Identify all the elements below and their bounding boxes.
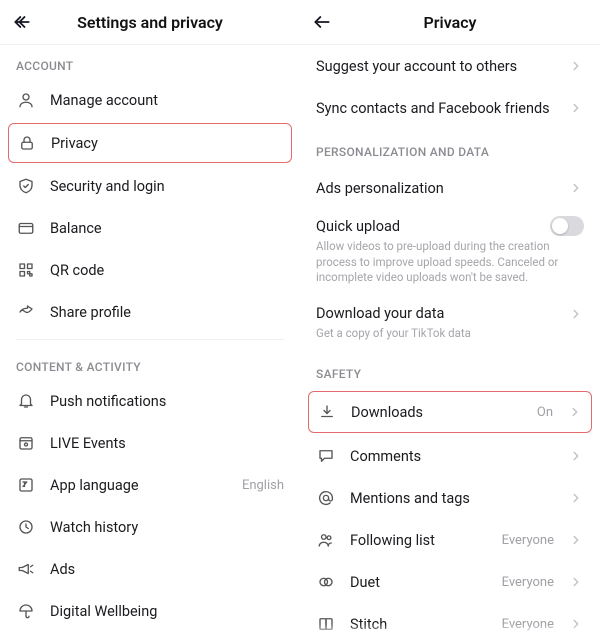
page-title-left: Settings and privacy xyxy=(38,13,262,32)
row-ads[interactable]: Ads xyxy=(0,548,300,590)
users-icon xyxy=(316,530,336,550)
calendar-icon xyxy=(16,433,36,453)
value-duet: Everyone xyxy=(502,575,554,590)
label-ads-personalization: Ads personalization xyxy=(316,180,554,197)
qr-icon xyxy=(16,260,36,280)
label-sync: Sync contacts and Facebook friends xyxy=(316,100,554,117)
row-privacy[interactable]: Privacy xyxy=(8,123,292,163)
row-push[interactable]: Push notifications xyxy=(0,380,300,422)
page-title-right: Privacy xyxy=(338,13,562,32)
row-share[interactable]: Share profile xyxy=(0,291,300,333)
row-following[interactable]: Following list Everyone xyxy=(300,519,600,561)
megaphone-icon xyxy=(16,559,36,579)
umbrella-icon xyxy=(16,601,36,621)
person-icon xyxy=(16,90,36,110)
row-duet[interactable]: Duet Everyone xyxy=(300,561,600,603)
wallet-icon xyxy=(16,218,36,238)
duet-icon xyxy=(316,572,336,592)
section-personalization: PERSONALIZATION AND DATA xyxy=(300,129,600,167)
row-suggest[interactable]: Suggest your account to others xyxy=(300,45,600,87)
arrow-left-icon xyxy=(312,12,332,32)
row-mentions[interactable]: Mentions and tags xyxy=(300,477,600,519)
back-button-left[interactable] xyxy=(6,6,38,38)
label-privacy: Privacy xyxy=(51,135,283,152)
history-icon xyxy=(16,517,36,537)
row-qr[interactable]: QR code xyxy=(0,249,300,291)
desc-quick-upload: Allow videos to pre-upload during the cr… xyxy=(300,239,600,298)
label-suggest: Suggest your account to others xyxy=(316,58,554,75)
row-quick-upload[interactable]: Quick upload xyxy=(300,209,600,243)
row-downloads[interactable]: Downloads On xyxy=(308,391,592,433)
bell-icon xyxy=(16,391,36,411)
chevron-right-icon xyxy=(567,404,583,420)
comment-icon xyxy=(316,446,336,466)
chevron-right-icon xyxy=(568,100,584,116)
label-comments: Comments xyxy=(350,448,554,465)
section-account: ACCOUNT xyxy=(0,45,300,79)
language-icon xyxy=(16,475,36,495)
label-ads: Ads xyxy=(50,561,284,578)
row-sync[interactable]: Sync contacts and Facebook friends xyxy=(300,87,600,129)
row-ads-personalization[interactable]: Ads personalization xyxy=(300,167,600,209)
header-left: Settings and privacy xyxy=(0,0,300,44)
chevron-right-icon xyxy=(568,58,584,74)
row-security[interactable]: Security and login xyxy=(0,165,300,207)
chevron-right-icon xyxy=(568,490,584,506)
label-wellbeing: Digital Wellbeing xyxy=(50,603,284,620)
toggle-quick-upload[interactable] xyxy=(550,216,584,236)
chevron-right-icon xyxy=(568,180,584,196)
desc-download-data: Get a copy of your TikTok data xyxy=(300,326,600,352)
value-following: Everyone xyxy=(502,533,554,548)
label-quick-upload: Quick upload xyxy=(316,218,536,235)
label-language: App language xyxy=(50,477,228,494)
row-language[interactable]: App language English xyxy=(0,464,300,506)
label-share: Share profile xyxy=(50,304,284,321)
chevron-right-icon xyxy=(568,532,584,548)
label-push: Push notifications xyxy=(50,393,284,410)
shield-icon xyxy=(16,176,36,196)
label-live: LIVE Events xyxy=(50,435,284,452)
label-download-data: Download your data xyxy=(316,305,554,322)
share-icon xyxy=(16,302,36,322)
lock-icon xyxy=(17,133,37,153)
value-downloads: On xyxy=(537,405,553,420)
header-right: Privacy xyxy=(300,0,600,44)
label-qr: QR code xyxy=(50,262,284,279)
label-watch: Watch history xyxy=(50,519,284,536)
label-balance: Balance xyxy=(50,220,284,237)
section-content: CONTENT & ACTIVITY xyxy=(0,346,300,380)
value-language: English xyxy=(242,478,284,493)
label-downloads: Downloads xyxy=(351,404,523,421)
label-mentions: Mentions and tags xyxy=(350,490,554,507)
label-security: Security and login xyxy=(50,178,284,195)
back-button-right[interactable] xyxy=(306,6,338,38)
row-balance[interactable]: Balance xyxy=(0,207,300,249)
row-watch[interactable]: Watch history xyxy=(0,506,300,548)
row-comments[interactable]: Comments xyxy=(300,435,600,477)
chevron-right-icon xyxy=(568,306,584,322)
label-following: Following list xyxy=(350,532,488,549)
download-icon xyxy=(317,402,337,422)
chevron-right-icon xyxy=(568,448,584,464)
row-manage-account[interactable]: Manage account xyxy=(0,79,300,121)
label-manage-account: Manage account xyxy=(50,92,284,109)
at-icon xyxy=(316,488,336,508)
chevron-right-icon xyxy=(568,574,584,590)
row-live[interactable]: LIVE Events xyxy=(0,422,300,464)
label-duet: Duet xyxy=(350,574,488,591)
section-safety: SAFETY xyxy=(300,351,600,389)
